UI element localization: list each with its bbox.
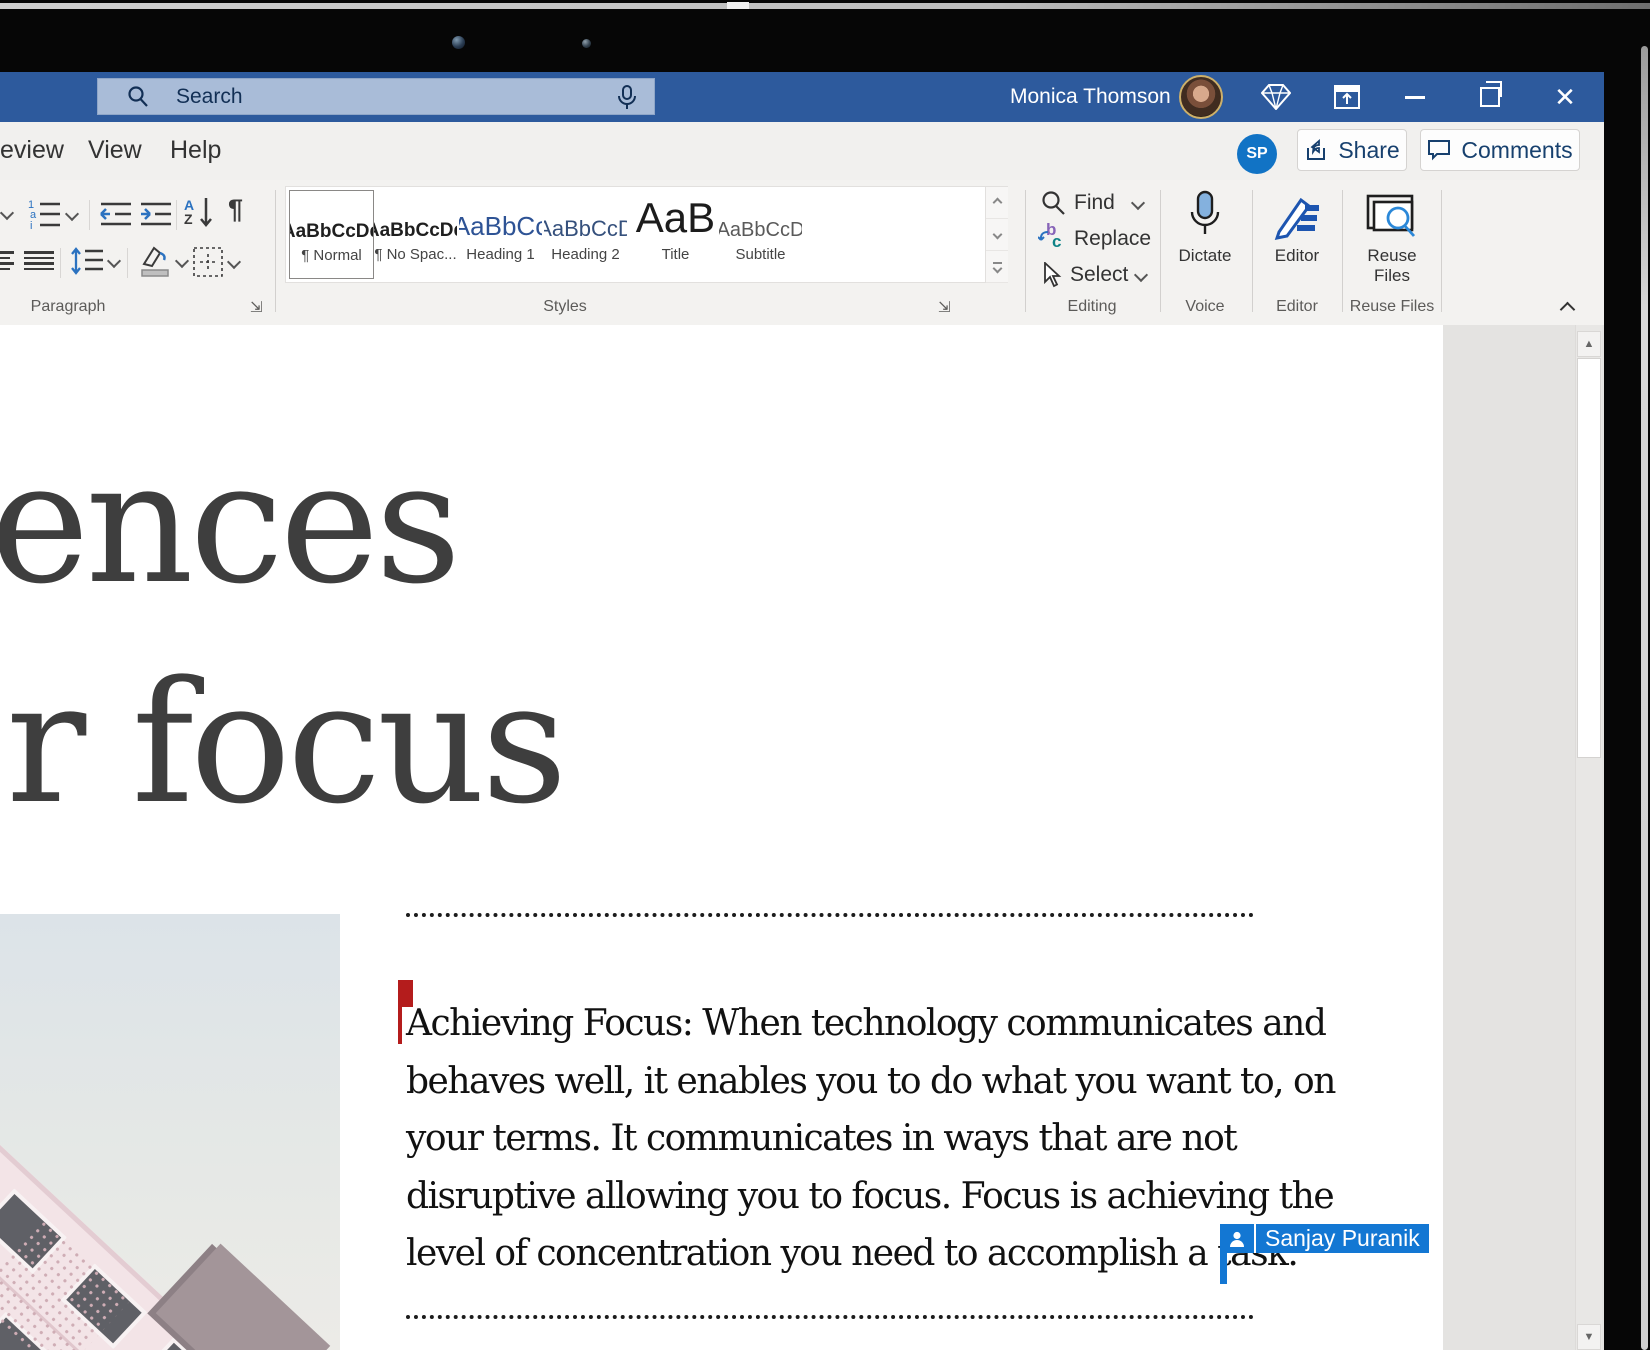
body-paragraph: Achieving Focus: When technology communi… [406,1003,1335,1291]
paragraph-group-label: Paragraph [31,298,106,316]
editor-button[interactable]: Editor [1252,188,1342,266]
increase-indent-button[interactable] [139,200,173,228]
scroll-up-button[interactable]: ▲ [1577,331,1601,357]
document-canvas: ences r focus Achieving Focus: When tech… [0,325,1604,1350]
show-formatting-marks-button[interactable]: ¶ [228,194,243,225]
reuse-files-icon [1347,188,1437,240]
close-button[interactable]: ✕ [1539,72,1591,122]
dictate-mic-icon [1160,188,1250,240]
collaborator-name: Sanjay Puranik [1256,1225,1429,1252]
comments-button[interactable]: Comments [1420,129,1580,171]
shading-button[interactable] [138,244,187,278]
decrease-indent-button[interactable] [99,200,133,228]
vertical-scrollbar[interactable]: ▲ ▼ [1575,325,1602,1350]
editing-group-label: Editing [1068,298,1117,316]
share-button[interactable]: Share [1297,129,1407,171]
laptop-lid-notch [727,2,749,9]
style-heading-2[interactable]: AaBbCcD Heading 2 [544,190,627,277]
ribbon-tab-row: eview View Help SP Share Comments [0,122,1604,180]
dictate-button[interactable]: Dictate [1160,188,1250,266]
voice-search-icon[interactable] [616,85,638,111]
style-no-spacing[interactable]: AaBbCcDd ¶ No Spac... [374,190,457,277]
account-name[interactable]: Monica Thomson [1010,72,1171,122]
find-icon [1040,190,1066,216]
share-icon [1304,138,1328,162]
person-icon [1220,1224,1256,1253]
collaborator-presence-badge[interactable]: SP [1237,134,1277,174]
align-button[interactable] [0,248,14,273]
styles-scroll-up-button[interactable] [986,187,1008,219]
replace-icon: b c [1038,226,1066,252]
reuse-files-button[interactable]: Reuse Files [1347,188,1437,286]
styles-scroll-down-button[interactable] [986,219,1008,251]
word-window: Search Monica Thomson ✕ eview View [0,72,1604,1350]
webcam-icon [452,36,465,49]
find-button[interactable]: Find [1040,190,1143,216]
editor-pen-icon [1252,188,1342,240]
webcam-led-icon [582,39,591,48]
styles-group-label: Styles [543,298,587,316]
justify-button[interactable] [24,248,54,273]
voice-group-label: Voice [1185,298,1224,316]
dotted-separator-top [406,913,1254,917]
premium-diamond-icon[interactable] [1250,72,1302,122]
user-avatar[interactable] [1179,75,1223,119]
search-placeholder: Search [176,85,243,109]
collapse-ribbon-button[interactable] [1562,302,1573,320]
scroll-down-button[interactable]: ▼ [1577,1324,1601,1350]
select-cursor-icon [1042,262,1062,288]
document-page[interactable]: ences r focus Achieving Focus: When tech… [0,325,1443,1350]
replace-button[interactable]: b c Replace [1038,226,1151,252]
select-button[interactable]: Select [1042,262,1146,288]
search-input[interactable]: Search [97,78,655,115]
styles-gallery-expand-button[interactable] [986,251,1008,283]
ribbon: 1ai A Z ¶ [0,180,1604,326]
chevron-down-icon[interactable] [2,208,12,218]
tab-review[interactable]: eview [0,122,64,180]
styles-gallery: AaBbCcDd ¶ Normal AaBbCcDd ¶ No Spac... … [285,186,1008,283]
sort-button[interactable]: A Z [184,196,213,228]
editor-group-label: Editor [1276,298,1318,316]
ribbon-display-options-icon[interactable] [1321,72,1373,122]
borders-button[interactable] [192,246,239,278]
line-spacing-button[interactable] [70,246,119,276]
multilevel-list-button[interactable]: 1ai [28,198,77,230]
scrollbar-thumb[interactable] [1577,358,1601,758]
search-icon [126,85,150,109]
building-balcony [156,1244,330,1350]
style-normal[interactable]: AaBbCcDd ¶ Normal [289,190,374,279]
restore-button[interactable] [1464,72,1516,122]
style-subtitle[interactable]: AaBbCcD Subtitle [719,190,802,277]
document-heading: ences r focus [0,413,564,853]
reuse-files-group-label: Reuse Files [1350,298,1434,316]
title-bar: Search Monica Thomson ✕ [0,72,1604,122]
styles-gallery-scroll [985,187,1008,282]
dotted-separator-bottom [406,1315,1254,1319]
collaborator-cursor-flag[interactable]: Sanjay Puranik [1220,1224,1429,1253]
bezel-edge [1641,46,1648,1350]
style-heading-1[interactable]: AaBbCc Heading 1 [459,190,542,277]
comments-icon [1427,139,1451,161]
laptop-lid-edge [0,3,1650,9]
tab-help[interactable]: Help [170,122,221,180]
document-photo [0,914,340,1350]
styles-dialog-launcher[interactable]: ⇲ [938,298,951,316]
svg-text:i: i [30,220,32,230]
minimize-button[interactable] [1389,72,1441,122]
laptop-frame: Search Monica Thomson ✕ eview View [0,0,1650,1350]
tab-view[interactable]: View [88,122,142,180]
paragraph-dialog-launcher[interactable]: ⇲ [250,298,263,316]
style-title[interactable]: AaB Title [634,190,717,277]
